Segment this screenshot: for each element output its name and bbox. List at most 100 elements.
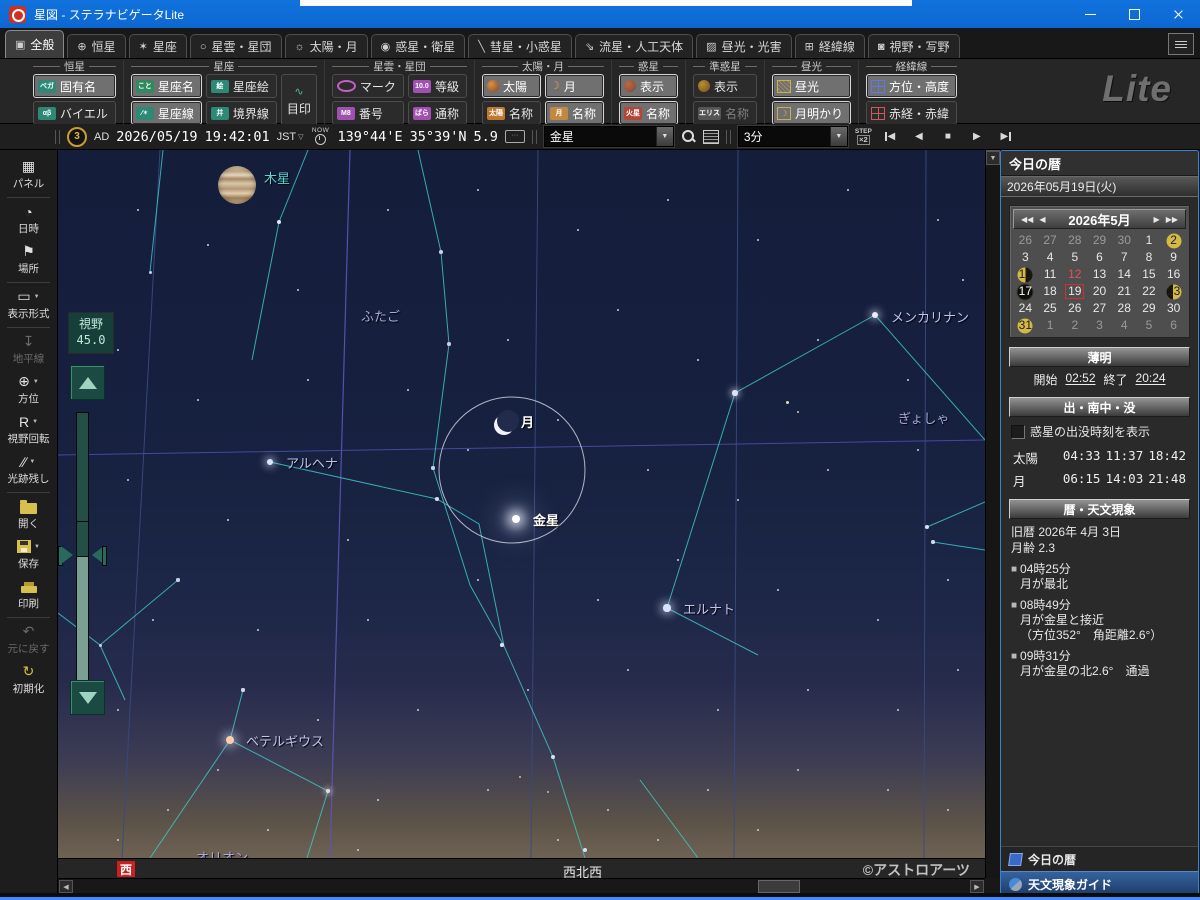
ribbon-button-赤経・赤緯[interactable]: 赤経・赤緯 — [866, 101, 957, 125]
skip-to-start-button[interactable]: ◀ — [879, 128, 901, 146]
calendar-day[interactable]: 4 — [1112, 317, 1137, 334]
slider-handle-bar[interactable] — [102, 546, 107, 566]
tab-太陽・月[interactable]: ☼太陽・月 — [285, 34, 368, 58]
calendar-day[interactable]: 14 — [1112, 266, 1137, 283]
calendar-day[interactable]: 18 — [1038, 283, 1063, 300]
horizontal-scrollbar[interactable]: ◀ ▶ — [58, 878, 985, 894]
tab-全般[interactable]: ▣全般 — [5, 30, 64, 58]
twilight-start-time[interactable]: 02:52 — [1065, 371, 1095, 388]
horizontal-scroll-thumb[interactable] — [758, 880, 800, 893]
time-field[interactable]: 19:42:01 — [205, 129, 270, 145]
search-icon[interactable] — [681, 129, 696, 144]
chevron-down-icon[interactable]: ▼ — [656, 127, 673, 146]
star-chart[interactable]: 木星ふたごアルヘナメンカリナンぎょしゃエルナトベテルギウスオリオン月金星 視野 … — [58, 150, 985, 893]
target-object-select[interactable]: 金星 ▼ — [544, 126, 674, 147]
calendar-day[interactable]: 4 — [1038, 249, 1063, 266]
toolbar-button-表示形式[interactable]: ▭▼表示形式 — [0, 285, 57, 325]
calendar-day[interactable]: 27 — [1087, 300, 1112, 317]
ribbon-button-星座絵[interactable]: 絵星座絵 — [206, 74, 277, 98]
jupiter-planet[interactable] — [218, 166, 256, 204]
calendar-day[interactable]: 23 — [1161, 283, 1186, 300]
calendar-day[interactable]: 6 — [1161, 317, 1186, 334]
tab-彗星・小惑星[interactable]: ╲彗星・小惑星 — [468, 34, 572, 58]
toolbar-button-視野回転[interactable]: R▼視野回転 — [0, 410, 57, 450]
stop-button[interactable]: ■ — [937, 128, 959, 146]
slider-handle-arrow[interactable] — [61, 546, 73, 564]
tab-流星・人工天体[interactable]: ⇘流星・人工天体 — [575, 34, 693, 58]
calendar-day[interactable]: 26 — [1062, 300, 1087, 317]
ribbon-button-名称[interactable]: 月名称 — [545, 101, 604, 125]
calendar-day[interactable]: 31 — [1013, 317, 1038, 334]
calendar-day[interactable]: 29 — [1137, 300, 1162, 317]
show-planet-riseset-checkbox[interactable] — [1011, 425, 1025, 439]
calendar-day[interactable]: 24 — [1013, 300, 1038, 317]
calendar-day[interactable]: 30 — [1112, 232, 1137, 249]
moon-object[interactable] — [494, 413, 516, 435]
menu-button[interactable] — [1168, 33, 1194, 55]
toolbar-button-日時[interactable]: ◔日時 — [0, 200, 57, 240]
ribbon-button-月[interactable]: ☽月 — [545, 74, 604, 98]
toolbar-button-方位[interactable]: ⊕▼方位 — [0, 370, 57, 410]
latitude-field[interactable]: 35°39'N — [410, 129, 467, 145]
ribbon-button-名称[interactable]: エリス名称 — [693, 101, 757, 125]
calendar-day[interactable]: 3 — [1013, 249, 1038, 266]
ribbon-button-通称[interactable]: ばら通称 — [408, 101, 467, 125]
panel-tab-今日の暦[interactable]: 今日の暦 — [1001, 846, 1198, 871]
calendar-day[interactable]: 28 — [1112, 300, 1137, 317]
calendar-prev-month-button[interactable]: ◀ — [1036, 215, 1048, 224]
calendar-next-year-button[interactable]: ▶▶ — [1163, 215, 1181, 224]
maximize-button[interactable] — [1112, 0, 1156, 28]
toolbar-button-初期化[interactable]: ↻初期化 — [0, 660, 57, 700]
now-clock-button[interactable]: NOW — [311, 128, 331, 146]
ribbon-button-マーク[interactable]: マーク — [332, 74, 404, 98]
fov-slider[interactable] — [76, 412, 89, 700]
calendar-day[interactable]: 8 — [1137, 249, 1162, 266]
tab-星座[interactable]: ✶星座 — [129, 34, 187, 58]
ribbon-button-番号[interactable]: M8番号 — [332, 101, 404, 125]
calendar-day[interactable]: 26 — [1013, 232, 1038, 249]
ribbon-button-目印[interactable]: ∿目印 — [281, 74, 317, 129]
zoom-in-button[interactable] — [70, 365, 105, 400]
ribbon-button-月明かり[interactable]: ☽月明かり — [772, 101, 851, 125]
close-button[interactable] — [1156, 0, 1200, 28]
calendar-day[interactable]: 30 — [1161, 300, 1186, 317]
calendar-day[interactable]: 17 — [1013, 283, 1038, 300]
step-x2-button[interactable]: STEP×2 — [855, 129, 872, 145]
magnitude-limit-field[interactable]: 5.9 — [473, 129, 497, 145]
venus-planet[interactable] — [512, 515, 520, 523]
keypad-icon[interactable]: ··· — [505, 130, 525, 143]
ribbon-button-等級[interactable]: 10.0等級 — [408, 74, 467, 98]
minimize-button[interactable] — [1068, 0, 1112, 28]
calendar-day[interactable]: 2 — [1161, 232, 1186, 249]
scroll-down-button[interactable]: ▼ — [986, 151, 1000, 165]
calendar-day[interactable]: 25 — [1038, 300, 1063, 317]
ribbon-button-方位・高度[interactable]: 方位・高度 — [866, 74, 957, 98]
tab-昼光・光害[interactable]: ▨昼光・光害 — [696, 34, 791, 58]
ribbon-button-固有名[interactable]: ベガ固有名 — [33, 74, 116, 98]
step-back-button[interactable]: ◀ — [908, 128, 930, 146]
calendar-day[interactable]: 13 — [1087, 266, 1112, 283]
twilight-end-time[interactable]: 20:24 — [1136, 371, 1166, 388]
date-field[interactable]: 2026/05/19 — [116, 129, 197, 145]
calendar-day[interactable]: 6 — [1087, 249, 1112, 266]
object-list-icon[interactable] — [703, 130, 719, 144]
chevron-down-icon[interactable]: ▼ — [830, 127, 847, 146]
calendar-day-selected[interactable]: 19 — [1062, 283, 1087, 300]
calendar-day[interactable]: 1 — [1137, 232, 1162, 249]
ribbon-button-星座名[interactable]: こと星座名 — [131, 74, 202, 98]
zoom-out-button[interactable] — [70, 680, 105, 715]
toolbar-grip[interactable] — [532, 130, 537, 144]
toolbar-button-開く[interactable]: 開く — [0, 495, 57, 535]
skip-to-end-button[interactable]: ▶ — [995, 128, 1017, 146]
ribbon-button-表示[interactable]: 表示 — [619, 74, 678, 98]
ribbon-button-名称[interactable]: 火星名称 — [619, 101, 678, 125]
calendar-day[interactable]: 3 — [1087, 317, 1112, 334]
calendar-day[interactable]: 11 — [1038, 266, 1063, 283]
toolbar-button-保存[interactable]: ▼保存 — [0, 535, 57, 575]
tab-経緯線[interactable]: ⊞経緯線 — [795, 34, 865, 58]
toolbar-button-光跡残し[interactable]: ∕∕▼光跡残し — [0, 450, 57, 490]
tab-視野・写野[interactable]: ◙視野・写野 — [868, 34, 960, 58]
calendar-day[interactable]: 12 — [1062, 266, 1087, 283]
calendar-day[interactable]: 5 — [1137, 317, 1162, 334]
calendar-day[interactable]: 1 — [1038, 317, 1063, 334]
